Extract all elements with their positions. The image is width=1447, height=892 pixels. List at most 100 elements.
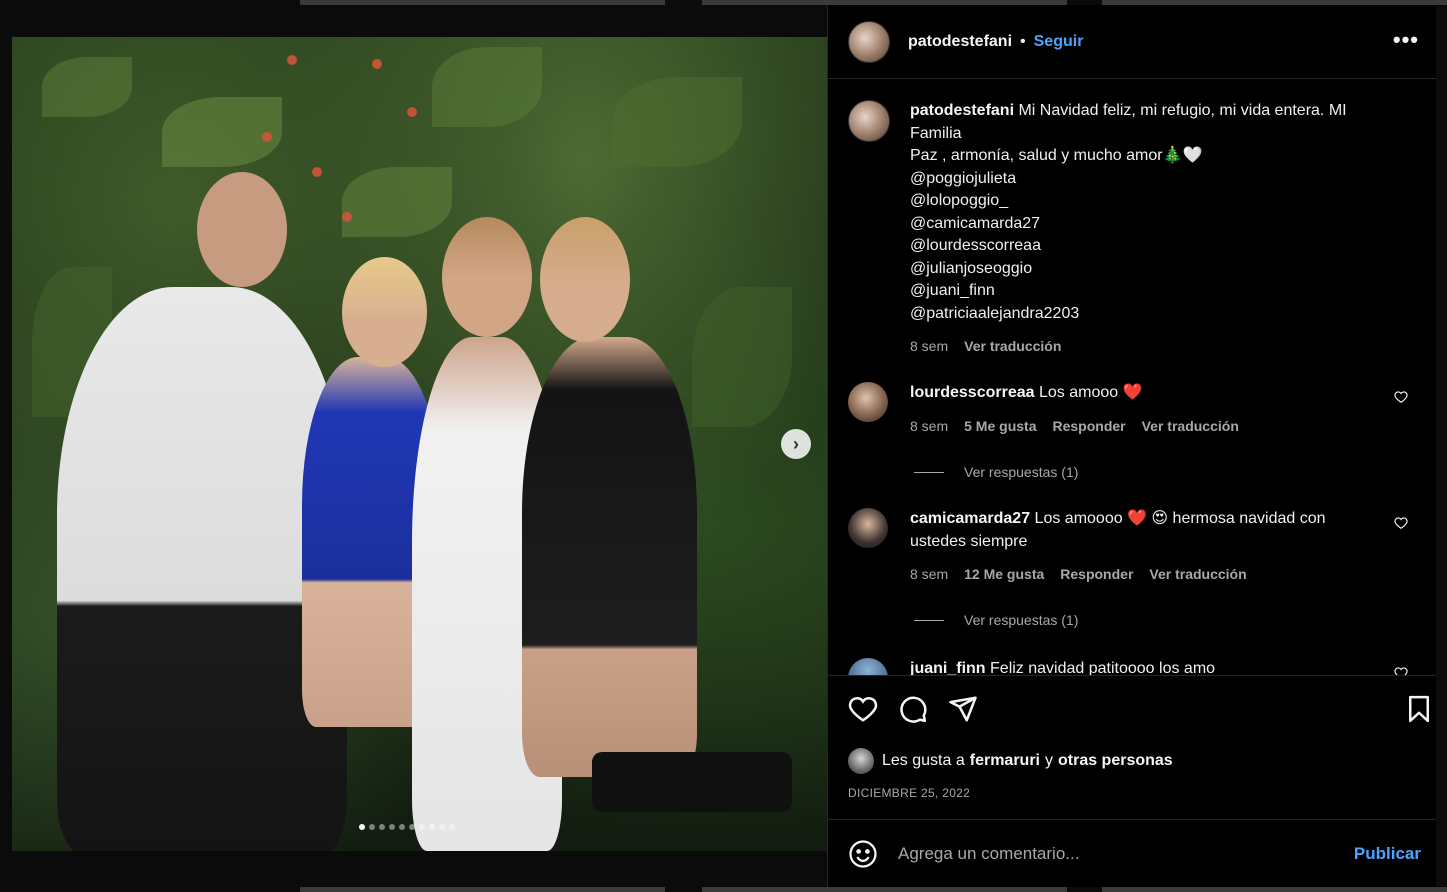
comment-text-cont: ustedes siempre bbox=[910, 532, 1028, 550]
view-replies-label[interactable]: Ver respuestas (1) bbox=[964, 464, 1078, 480]
action-bar: Les gusta a fermaruri y otras personas D… bbox=[828, 675, 1437, 821]
comment-text: Los amoooo ❤️ 😍 hermosa navidad con bbox=[1034, 510, 1326, 527]
comment-time[interactable]: 8 sem bbox=[910, 415, 948, 438]
follow-button[interactable]: Seguir bbox=[1034, 33, 1084, 51]
comment-like-heart-icon[interactable] bbox=[1394, 390, 1408, 404]
post-photo[interactable]: › bbox=[12, 37, 827, 851]
foliage bbox=[612, 77, 742, 167]
person-woman-black-head bbox=[540, 217, 630, 342]
comment-input[interactable] bbox=[898, 843, 1354, 864]
caption-line: Paz , armonía, salud y mucho amor🎄🤍 bbox=[910, 147, 1203, 164]
person-man-head bbox=[197, 172, 287, 287]
mention-link[interactable]: @poggiojulieta bbox=[910, 168, 1418, 191]
caption-avatar[interactable] bbox=[848, 100, 890, 142]
separator-dot: • bbox=[1020, 32, 1026, 50]
person-woman-black bbox=[522, 337, 697, 777]
carousel-dot bbox=[429, 824, 435, 830]
commenter-username[interactable]: lourdesscorreaa bbox=[910, 384, 1035, 401]
comment-emoji: ❤️ bbox=[1122, 384, 1143, 401]
paper-plane-icon[interactable] bbox=[948, 694, 978, 724]
caption-text: patodestefani Mi Navidad feliz, mi refug… bbox=[910, 102, 1347, 119]
feed-strip-top-1 bbox=[300, 0, 665, 5]
reply-button[interactable]: Responder bbox=[1052, 415, 1125, 438]
comment-like-heart-icon[interactable] bbox=[1394, 516, 1408, 530]
carousel-dot bbox=[449, 824, 455, 830]
person-woman-white-head bbox=[442, 217, 532, 337]
likes-prefix: Les gusta a bbox=[882, 752, 965, 769]
carousel-dot bbox=[369, 824, 375, 830]
caption: patodestefani Mi Navidad feliz, mi refug… bbox=[848, 100, 1418, 358]
carousel-dot bbox=[409, 824, 415, 830]
caption-username[interactable]: patodestefani bbox=[910, 102, 1014, 119]
commenter-avatar[interactable] bbox=[848, 382, 888, 422]
commenter-avatar[interactable] bbox=[848, 508, 888, 548]
replies-divider bbox=[914, 619, 944, 621]
carousel-dot bbox=[439, 824, 445, 830]
view-replies-label[interactable]: Ver respuestas (1) bbox=[964, 612, 1078, 628]
heart-icon[interactable] bbox=[848, 694, 878, 724]
chevron-right-icon[interactable]: › bbox=[781, 429, 811, 459]
foliage bbox=[692, 287, 792, 427]
carousel-dot bbox=[399, 824, 405, 830]
boot bbox=[592, 752, 792, 812]
comment-bubble-icon[interactable] bbox=[898, 694, 928, 724]
mention-link[interactable]: @lolopoggio_ bbox=[910, 190, 1418, 213]
mention-link[interactable]: @camicamarda27 bbox=[910, 213, 1418, 236]
person-woman-blue-head bbox=[342, 257, 427, 367]
other-likers-link[interactable]: otras personas bbox=[1058, 752, 1173, 770]
caption-translate-link[interactable]: Ver traducción bbox=[964, 335, 1061, 358]
author-username[interactable]: patodestefani bbox=[908, 33, 1012, 51]
carousel-dot bbox=[419, 824, 425, 830]
translate-link[interactable]: Ver traducción bbox=[1142, 415, 1239, 438]
mention-link[interactable]: @lourdesscorreaa bbox=[910, 235, 1418, 258]
feed-strip-bottom-2 bbox=[702, 887, 1067, 892]
comment-likes[interactable]: 12 Me gusta bbox=[964, 563, 1044, 586]
mention-link[interactable]: @juani_finn bbox=[910, 280, 1418, 303]
publish-button[interactable]: Publicar bbox=[1354, 844, 1421, 864]
bookmark-icon[interactable] bbox=[1404, 694, 1434, 724]
comment-likes[interactable]: 5 Me gusta bbox=[964, 415, 1036, 438]
liker-avatar[interactable] bbox=[848, 748, 874, 774]
comment-text: Los amooo bbox=[1038, 384, 1119, 401]
flower bbox=[407, 107, 417, 117]
foliage bbox=[342, 167, 452, 237]
comment-text: Feliz navidad patitoooo los amo bbox=[990, 660, 1216, 675]
comment-item: lourdesscorreaa Los amooo ❤️ 8 sem 5 Me … bbox=[848, 382, 1418, 437]
feed-strip-bottom-1 bbox=[300, 887, 665, 892]
commenter-username[interactable]: juani_finn bbox=[910, 660, 986, 675]
flower bbox=[312, 167, 322, 177]
caption-time[interactable]: 8 sem bbox=[910, 335, 948, 358]
mention-link[interactable]: @julianjoseoggio bbox=[910, 258, 1418, 281]
carousel-dot bbox=[389, 824, 395, 830]
comments-list[interactable]: patodestefani Mi Navidad feliz, mi refug… bbox=[828, 80, 1437, 675]
mention-link[interactable]: @patriciaalejandra2203 bbox=[910, 303, 1418, 326]
post-date[interactable]: DICIEMBRE 25, 2022 bbox=[848, 786, 970, 800]
post-header: patodestefani • Seguir ••• bbox=[828, 5, 1437, 79]
foliage bbox=[432, 47, 542, 127]
translate-link[interactable]: Ver traducción bbox=[1149, 563, 1246, 586]
carousel-dot bbox=[379, 824, 385, 830]
comment-composer: Publicar bbox=[828, 819, 1437, 887]
likes-mid: y bbox=[1044, 752, 1053, 769]
feed-strip-bottom-3 bbox=[1102, 887, 1447, 892]
caption-line: Mi Navidad feliz, mi refugio, mi vida en… bbox=[1018, 102, 1347, 119]
smiley-icon[interactable] bbox=[848, 839, 878, 869]
commenter-avatar[interactable] bbox=[848, 658, 888, 675]
comment-time[interactable]: 8 sem bbox=[910, 563, 948, 586]
more-options-icon[interactable]: ••• bbox=[1393, 27, 1419, 53]
replies-divider bbox=[914, 471, 944, 473]
comment-like-heart-icon[interactable] bbox=[1394, 666, 1408, 675]
view-replies-link[interactable]: Ver respuestas (1) bbox=[914, 612, 1078, 628]
carousel-indicator bbox=[359, 824, 455, 830]
flower bbox=[372, 59, 382, 69]
liker-username[interactable]: fermaruri bbox=[970, 752, 1040, 770]
post-detail-panel: patodestefani • Seguir ••• patodestefani… bbox=[827, 5, 1437, 887]
reply-button[interactable]: Responder bbox=[1060, 563, 1133, 586]
foliage bbox=[42, 57, 132, 117]
likes-summary[interactable]: Les gusta a fermaruri y otras personas bbox=[848, 748, 1173, 774]
author-avatar[interactable] bbox=[848, 20, 890, 63]
commenter-username[interactable]: camicamarda27 bbox=[910, 510, 1030, 527]
carousel-dot bbox=[359, 824, 365, 830]
view-replies-link[interactable]: Ver respuestas (1) bbox=[914, 464, 1078, 480]
comment-item: camicamarda27 Los amoooo ❤️ 😍 hermosa na… bbox=[848, 508, 1418, 586]
